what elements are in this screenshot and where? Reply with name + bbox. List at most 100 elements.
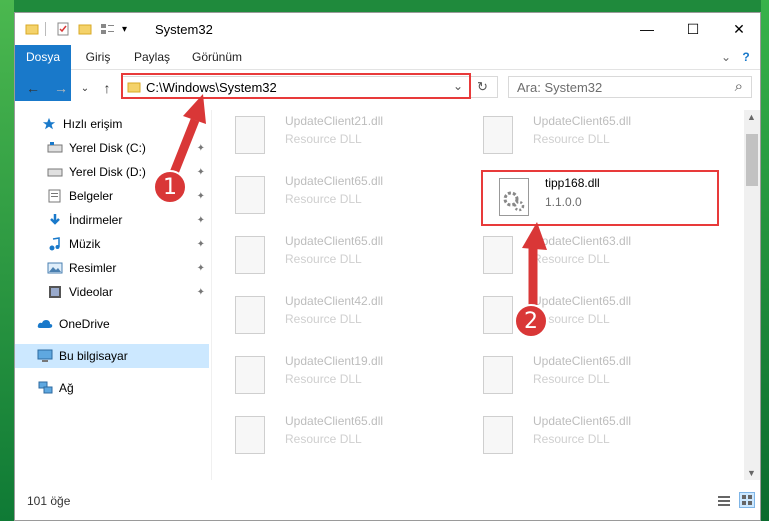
dll-file-icon: [483, 116, 513, 154]
file-item[interactable]: UpdateClient19.dll Resource DLL: [227, 352, 467, 408]
sidebar-item-label: OneDrive: [59, 317, 110, 331]
music-icon: [49, 237, 60, 251]
sidebar-item-label: Resimler: [69, 261, 117, 275]
address-dropdown-icon[interactable]: ⌄: [453, 79, 463, 93]
file-type: Resource DLL: [533, 432, 610, 446]
desktop-background-left: [0, 0, 14, 521]
scroll-down-icon[interactable]: ▼: [747, 468, 756, 478]
address-path[interactable]: C:\Windows\System32: [146, 80, 277, 95]
refresh-icon[interactable]: ↻: [477, 79, 488, 95]
sidebar-item-local-disk-d[interactable]: Yerel Disk (D:) ✦: [15, 160, 209, 184]
network-icon: [38, 381, 53, 394]
file-item[interactable]: UpdateClient65.dll Resource DLL: [475, 292, 715, 348]
tab-share[interactable]: Paylaş: [127, 45, 177, 69]
vertical-scrollbar[interactable]: ▲ ▼: [744, 110, 760, 480]
sidebar-item-network[interactable]: Ağ: [15, 376, 209, 400]
expand-ribbon-icon[interactable]: ⌄: [717, 45, 735, 69]
pin-icon: ✦: [196, 214, 205, 226]
pin-icon: ✦: [196, 142, 205, 154]
large-icons-view-icon[interactable]: [739, 492, 755, 508]
cloud-icon: [37, 320, 53, 328]
up-button[interactable]: ↑: [97, 78, 117, 98]
details-view-icon[interactable]: [717, 494, 731, 508]
scroll-up-icon[interactable]: ▲: [747, 112, 756, 122]
toolbar-separator: [45, 22, 56, 36]
pin-icon: ✦: [196, 262, 205, 274]
dll-file-icon: [235, 356, 265, 394]
search-placeholder[interactable]: Ara: System32: [517, 80, 602, 95]
sidebar-item-label: Ağ: [59, 381, 74, 395]
maximize-button[interactable]: ☐: [670, 13, 716, 45]
new-folder-icon[interactable]: [78, 22, 92, 36]
dll-file-icon: [483, 416, 513, 454]
sidebar-item-music[interactable]: Müzik ✦: [15, 232, 209, 256]
sidebar-item-local-disk-c[interactable]: Yerel Disk (C:) ✦: [15, 136, 209, 160]
file-type: Resource DLL: [285, 432, 362, 446]
tab-home[interactable]: Giriş: [75, 45, 121, 69]
sidebar-item-pictures[interactable]: Resimler ✦: [15, 256, 209, 280]
minimize-button[interactable]: —: [624, 13, 670, 45]
file-type: Resource DLL: [533, 372, 610, 386]
dll-file-icon: [235, 176, 265, 214]
file-name: UpdateClient65.dll: [285, 414, 384, 428]
file-type: Resource DLL: [533, 252, 610, 266]
file-item[interactable]: UpdateClient63.dll Resource DLL: [475, 232, 715, 288]
sidebar-item-label: Hızlı erişim: [63, 117, 123, 131]
view-options-icon[interactable]: [100, 22, 116, 36]
tab-view[interactable]: Görünüm: [187, 45, 247, 69]
file-name: UpdateClient63.dll: [533, 234, 632, 248]
file-name: UpdateClient19.dll: [285, 354, 384, 368]
file-item[interactable]: UpdateClient65.dll Resource DLL: [227, 172, 467, 228]
search-box[interactable]: Ara: System32 ⌕: [508, 76, 752, 98]
dll-file-icon: [235, 416, 265, 454]
file-item[interactable]: UpdateClient65.dll Resource DLL: [475, 112, 715, 168]
file-item[interactable]: UpdateClient65.dll Resource DLL: [475, 352, 715, 408]
customize-toolbar-icon[interactable]: ▾: [122, 24, 127, 35]
address-bar[interactable]: C:\Windows\System32 ⌄ ↻: [122, 76, 498, 98]
computer-icon: [37, 349, 53, 362]
drive-icon: [47, 142, 63, 153]
properties-icon[interactable]: [56, 22, 70, 36]
desktop-background-right: [761, 0, 769, 521]
folder-icon: [25, 24, 39, 35]
dll-file-icon: [499, 178, 529, 216]
help-icon[interactable]: ?: [737, 45, 755, 69]
sidebar-item-downloads[interactable]: İndirmeler ✦: [15, 208, 209, 232]
sidebar-item-label: Yerel Disk (D:): [69, 165, 146, 179]
dll-file-icon: [235, 116, 265, 154]
file-name: tipp168.dll: [545, 176, 600, 190]
close-button[interactable]: ✕: [716, 13, 760, 45]
sidebar-item-documents[interactable]: Belgeler ✦: [15, 184, 209, 208]
video-icon: [49, 286, 61, 298]
title-bar: ▾ System32 — ☐ ✕: [15, 13, 760, 45]
download-icon: [50, 214, 60, 225]
sidebar-item-this-pc[interactable]: Bu bilgisayar: [15, 344, 209, 368]
pin-icon: ✦: [196, 238, 205, 250]
folder-icon: [127, 82, 141, 93]
file-item[interactable]: UpdateClient21.dll Resource DLL: [227, 112, 467, 168]
file-item[interactable]: UpdateClient65.dll Resource DLL: [227, 232, 467, 288]
navigation-bar: ← → ⌄ ↑ C:\Windows\System32 ⌄ ↻ Ara: Sys…: [15, 74, 760, 102]
dll-file-icon: [483, 356, 513, 394]
file-type: Resource DLL: [285, 312, 362, 326]
forward-button[interactable]: →: [51, 78, 71, 98]
sidebar-item-onedrive[interactable]: OneDrive: [15, 312, 209, 336]
status-bar: 101 öğe: [15, 489, 760, 513]
sidebar-item-videos[interactable]: Videolar ✦: [15, 280, 209, 304]
dll-file-icon: [235, 236, 265, 274]
pin-icon: ✦: [196, 190, 205, 202]
recent-locations-button[interactable]: ⌄: [75, 78, 95, 98]
sidebar-item-quick-access[interactable]: Hızlı erişim: [15, 112, 209, 136]
search-icon[interactable]: ⌕: [735, 78, 743, 95]
file-item[interactable]: UpdateClient65.dll Resource DLL: [475, 412, 715, 468]
sidebar-item-label: İndirmeler: [69, 213, 123, 227]
file-name: UpdateClient65.dll: [533, 354, 632, 368]
file-item[interactable]: UpdateClient42.dll Resource DLL: [227, 292, 467, 348]
file-item-tipp168[interactable]: tipp168.dll 1.1.0.0: [487, 172, 727, 228]
back-button[interactable]: ←: [23, 78, 43, 98]
file-item[interactable]: UpdateClient65.dll Resource DLL: [227, 412, 467, 468]
file-name: UpdateClient65.dll: [285, 174, 384, 188]
scrollbar-thumb[interactable]: [746, 134, 758, 186]
sidebar-item-label: Videolar: [69, 285, 113, 299]
documents-icon: [48, 189, 61, 203]
